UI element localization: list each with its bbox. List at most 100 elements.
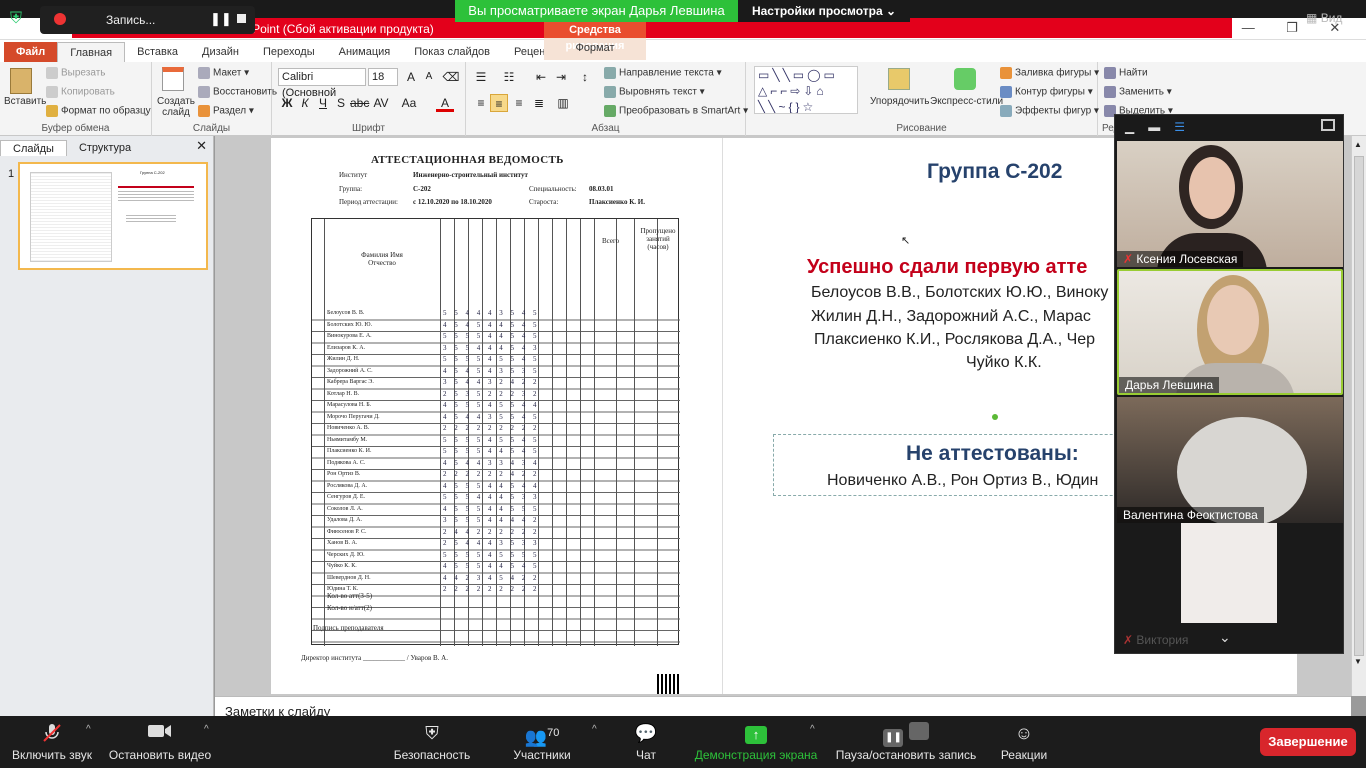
slide-success-title[interactable]: Успешно сдали первую атте — [807, 256, 1087, 279]
tab-insert[interactable]: Вставка — [125, 42, 190, 62]
minimize-gallery-icon[interactable]: ▁ — [1125, 120, 1134, 134]
tab-outline[interactable]: Структура — [67, 140, 143, 156]
align-left-icon[interactable]: ≡ — [472, 94, 490, 112]
paste-icon[interactable] — [10, 68, 32, 94]
rotate-handle[interactable] — [992, 414, 998, 420]
gallery-view-icon[interactable]: ☰ — [1174, 120, 1185, 134]
new-slide-button[interactable]: Создать слайд — [156, 96, 196, 118]
shapes-gallery[interactable]: ▭╲╲▭◯▭ △⌐⌐⇨⇩⌂ ╲╲~{}☆ — [754, 66, 858, 114]
grid-icon: ▦ — [1306, 11, 1318, 25]
font-size-field[interactable]: 18 — [368, 68, 398, 86]
speaker-view-icon[interactable]: ▬ — [1148, 120, 1160, 134]
paste-button[interactable]: Вставить — [4, 96, 46, 107]
shadow-icon[interactable]: S — [332, 94, 350, 112]
clear-format-icon[interactable]: ⌫ — [442, 68, 460, 86]
pause-stop-record-button[interactable]: ❚❚ Пауза/остановить запись — [832, 716, 980, 768]
font-color-icon[interactable]: A — [436, 94, 454, 112]
tab-slideshow[interactable]: Показ слайдов — [402, 42, 502, 62]
format-painter-button[interactable]: Формат по образцу — [46, 105, 151, 117]
view-options-button[interactable]: Настройки просмотра ⌄ — [738, 0, 910, 22]
grow-font-icon[interactable]: A — [402, 68, 420, 86]
shrink-font-icon[interactable]: A — [420, 68, 438, 86]
participant-name-1: ✗ Ксения Лосевская — [1117, 251, 1244, 267]
shape-effects-label: Эффекты фигур — [1015, 105, 1092, 117]
tab-slides[interactable]: Слайды — [0, 140, 67, 156]
view-toggle[interactable]: ▦ Вид — [1306, 6, 1366, 30]
quick-styles-button[interactable]: Экспресс-стили — [930, 96, 1003, 107]
stop-video-button[interactable]: Остановить видео — [106, 716, 214, 768]
shape-outline-button[interactable]: Контур фигуры ▾ — [1000, 86, 1093, 98]
caret-up-icon[interactable]: ^ — [810, 724, 815, 735]
tab-home[interactable]: Главная — [57, 42, 126, 62]
reset-button[interactable]: Восстановить — [198, 86, 277, 98]
tab-design[interactable]: Дизайн — [190, 42, 251, 62]
reactions-button[interactable]: ☺ Реакции — [996, 716, 1052, 768]
caret-up-icon[interactable]: ^ — [86, 724, 91, 735]
copy-button[interactable]: Копировать — [46, 86, 115, 98]
slide-group-title[interactable]: Группа С-202 — [927, 160, 1062, 184]
columns-icon[interactable]: ▥ — [554, 94, 572, 112]
replace-button[interactable]: Заменить ▾ — [1104, 86, 1172, 98]
decrease-indent-icon[interactable]: ⇤ — [532, 68, 550, 86]
smartart-button[interactable]: Преобразовать в SmartArt ▾ — [604, 105, 748, 117]
end-meeting-button[interactable]: Завершение — [1260, 728, 1356, 756]
increase-indent-icon[interactable]: ⇥ — [552, 68, 570, 86]
spacing-icon[interactable]: AV — [372, 94, 390, 112]
attestation-document-image[interactable]: АТТЕСТАЦИОННАЯ ВЕДОМОСТЬ Институт Инжене… — [271, 138, 723, 694]
security-button[interactable]: ⛨ Безопасность — [386, 716, 478, 768]
participant-tile-4[interactable] — [1181, 523, 1277, 623]
italic-icon[interactable]: К — [296, 94, 314, 112]
caret-up-icon[interactable]: ^ — [592, 724, 597, 735]
slide-thumbnail[interactable]: Группа С-202 — [18, 162, 208, 270]
shape-effects-button[interactable]: Эффекты фигур ▾ — [1000, 105, 1099, 117]
tab-transitions[interactable]: Переходы — [251, 42, 327, 62]
case-icon[interactable]: Aa — [400, 94, 418, 112]
share-screen-button[interactable]: ↑ Демонстрация экрана — [692, 716, 820, 768]
notes-pane[interactable]: Заметки к слайду — [215, 696, 1351, 719]
participant-tile-1[interactable]: ✗ Ксения Лосевская — [1117, 141, 1343, 267]
shape-fill-button[interactable]: Заливка фигуры ▾ — [1000, 67, 1099, 79]
arrange-button[interactable]: Упорядочить — [870, 96, 930, 107]
layout-button[interactable]: Макет ▾ — [198, 67, 249, 79]
scroll-up-icon[interactable]: ▲ — [1354, 140, 1362, 149]
bold-icon[interactable]: Ж — [278, 94, 296, 112]
close-icon[interactable]: ✕ — [196, 138, 207, 154]
vertical-scrollbar[interactable]: ▲ ▼ — [1351, 136, 1366, 696]
chevron-down-icon[interactable]: ⌄ — [1219, 629, 1231, 646]
restore-icon[interactable]: ❐ — [1286, 20, 1298, 38]
new-slide-icon[interactable] — [162, 67, 184, 91]
tab-animation[interactable]: Анимация — [327, 42, 403, 62]
arrange-icon[interactable] — [888, 68, 910, 90]
pause-recording-icon[interactable]: ❚❚ — [210, 11, 232, 27]
underline-icon[interactable]: Ч — [314, 94, 332, 112]
doc-col-line — [440, 219, 441, 646]
tab-format[interactable]: Формат — [544, 42, 646, 54]
align-center-icon[interactable]: ≡ — [490, 94, 508, 112]
collapse-icon[interactable] — [1321, 119, 1335, 131]
justify-icon[interactable]: ≣ — [530, 94, 548, 112]
participant-tile-3[interactable]: Валентина Феоктистова — [1117, 397, 1343, 523]
font-name-field[interactable]: Calibri (Основной — [278, 68, 366, 99]
doc-count-natt: Кол-во н/атт(2) — [327, 604, 372, 612]
find-button[interactable]: Найти — [1104, 67, 1148, 79]
align-text-button[interactable]: Выровнять текст ▾ — [604, 86, 705, 98]
strike-icon[interactable]: abc — [350, 94, 369, 112]
section-button[interactable]: Раздел ▾ — [198, 105, 254, 117]
stop-recording-icon[interactable] — [237, 14, 246, 23]
minimize-icon[interactable]: — — [1242, 20, 1255, 38]
tab-file[interactable]: Файл — [4, 42, 58, 62]
align-right-icon[interactable]: ≡ — [510, 94, 528, 112]
chat-button[interactable]: 💬 Чат — [626, 716, 666, 768]
scroll-down-icon[interactable]: ▼ — [1354, 657, 1362, 666]
scroll-thumb[interactable] — [1354, 156, 1364, 656]
cut-button[interactable]: Вырезать — [46, 67, 105, 79]
bullets-icon[interactable]: ☰ — [472, 68, 490, 86]
participants-button[interactable]: 👥70 Участники — [506, 716, 578, 768]
numbering-icon[interactable]: ☷ — [500, 68, 518, 86]
participant-tile-2[interactable]: Дарья Левшина — [1117, 269, 1343, 395]
line-spacing-icon[interactable]: ↕ — [576, 68, 594, 86]
quick-styles-icon[interactable] — [954, 68, 976, 90]
doc-student-row: Жилин Д. Н. — [327, 356, 360, 362]
text-direction-button[interactable]: Направление текста ▾ — [604, 67, 722, 79]
caret-up-icon[interactable]: ^ — [204, 724, 209, 735]
